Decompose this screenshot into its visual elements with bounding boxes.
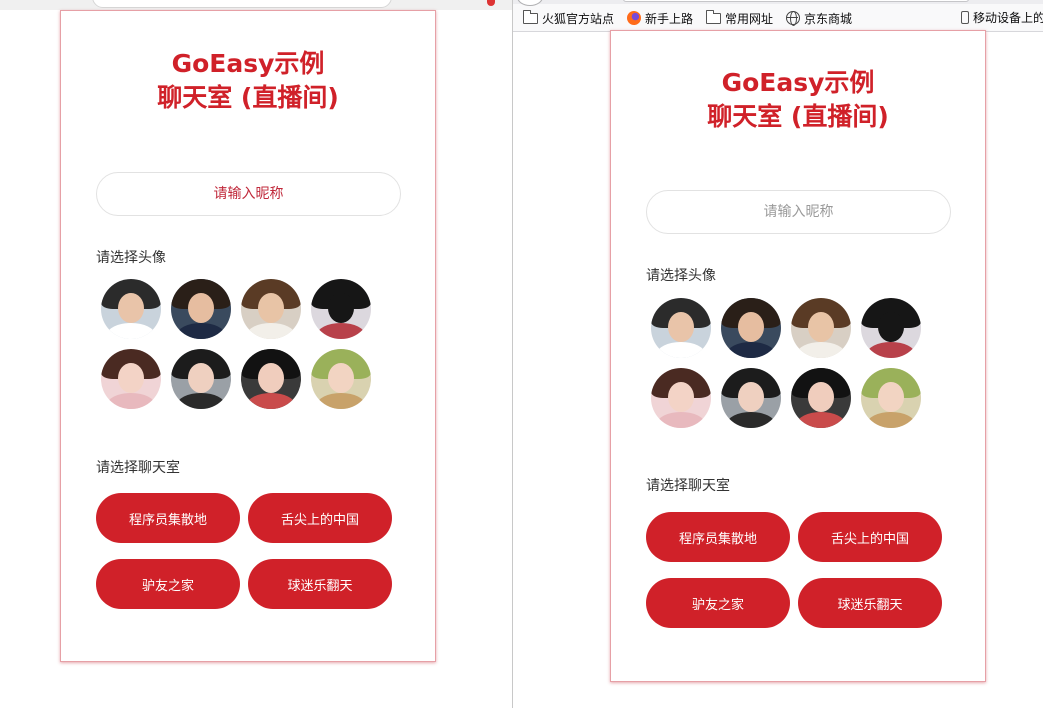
left-browser-toolbar [0,0,512,10]
room-button-football[interactable]: 球迷乐翻天 [248,559,392,609]
nickname-input[interactable] [96,172,401,216]
firefox-icon [627,11,642,25]
window-divider [512,0,513,708]
avatar-girl-dark[interactable] [791,368,851,428]
avatar-face [808,382,834,412]
bookmark-label: 新手上路 [645,11,694,26]
avatar-face [668,382,694,412]
title-line-2: 聊天室 (直播间) [157,83,339,112]
avatar-body [107,323,155,339]
avatar-man-navy[interactable] [721,298,781,358]
avatar-body [727,412,775,428]
room-button-food[interactable]: 舌尖上的中国 [248,493,392,543]
login-card-left: GoEasy示例 聊天室 (直播间) 请选择头像 请选择聊天室 程序员集散地 舌… [60,10,436,662]
left-toolbar-icon[interactable] [487,0,495,6]
bookmark-xinshou[interactable]: 新手上路 [627,10,693,27]
avatar-face [258,363,284,393]
avatar-girl-dark[interactable] [241,349,301,409]
avatar-body [177,323,225,339]
room-button-travel[interactable]: 驴友之家 [646,578,790,628]
mobile-bookmarks[interactable]: 移动设备上的书签 [961,9,1043,26]
avatar-section-label: 请选择头像 [96,250,166,266]
avatar-body [867,342,915,358]
avatar-body [657,342,705,358]
nickname-input[interactable] [646,190,951,234]
avatar-body [177,393,225,409]
bookmark-changyong[interactable]: 常用网址 [706,9,774,27]
avatar-face [188,363,214,393]
avatar-face [738,382,764,412]
avatar-girl-pink[interactable] [101,349,161,409]
bookmark-label: 常用网址 [725,11,774,26]
avatar-face [328,363,354,393]
avatar-man-glasses[interactable] [101,279,161,339]
phone-icon [961,11,969,24]
avatar-face [118,293,144,323]
globe-icon [786,11,801,26]
avatar-body [657,412,705,428]
avatar-man-glasses[interactable] [651,298,711,358]
avatar-man-back[interactable] [861,298,921,358]
right-browser-toolbar: 火狐官方站点 新手上路 常用网址 京东商城 移动设备上的书签 [513,0,1043,32]
avatar-section-label: 请选择头像 [646,268,716,284]
avatar-body [317,393,365,409]
avatar-man-back[interactable] [311,279,371,339]
avatar-body [107,393,155,409]
mobile-bookmarks-label: 移动设备上的书签 [973,11,1043,25]
avatar-man-navy[interactable] [171,279,231,339]
bookmarks-bar: 火狐官方站点 新手上路 常用网址 京东商城 [523,9,865,27]
login-card-right: GoEasy示例 聊天室 (直播间) 请选择头像 请选择聊天室 程序员集散地 舌… [610,30,986,682]
avatar-face [878,312,904,342]
avatar-body [867,412,915,428]
avatar-face [738,312,764,342]
room-button-football[interactable]: 球迷乐翻天 [798,578,942,628]
room-section-label: 请选择聊天室 [646,478,730,494]
avatar-body [797,342,845,358]
bookmark-label: 京东商城 [804,11,853,26]
right-url-bar[interactable] [623,0,969,2]
title-line-1: GoEasy示例 [721,68,875,97]
bookmark-jingdong[interactable]: 京东商城 [786,10,852,27]
avatar-face [668,312,694,342]
avatar-girl-green[interactable] [311,349,371,409]
back-button[interactable] [517,0,543,6]
page-title: GoEasy示例 聊天室 (直播间) [61,47,435,115]
room-button-travel[interactable]: 驴友之家 [96,559,240,609]
bookmark-label: 火狐官方站点 [542,11,615,26]
avatar-man-round-glasses[interactable] [241,279,301,339]
room-button-programmers[interactable]: 程序员集散地 [96,493,240,543]
avatar-face [878,382,904,412]
page-title: GoEasy示例 聊天室 (直播间) [611,66,985,134]
title-line-1: GoEasy示例 [171,49,325,78]
avatar-face [118,363,144,393]
avatar-face [188,293,214,323]
avatar-body [797,412,845,428]
avatar-girl-pink[interactable] [651,368,711,428]
avatar-face [808,312,834,342]
avatar-face [258,293,284,323]
avatar-body [247,393,295,409]
avatar-body [727,342,775,358]
bookmark-huohu[interactable]: 火狐官方站点 [523,9,615,27]
room-button-programmers[interactable]: 程序员集散地 [646,512,790,562]
room-button-food[interactable]: 舌尖上的中国 [798,512,942,562]
folder-icon [523,9,538,24]
avatar-girl-gesture[interactable] [171,349,231,409]
folder-icon [706,9,722,24]
room-section-label: 请选择聊天室 [96,460,180,476]
title-line-2: 聊天室 (直播间) [707,102,889,131]
avatar-girl-gesture[interactable] [721,368,781,428]
avatar-man-round-glasses[interactable] [791,298,851,358]
avatar-body [317,323,365,339]
avatar-body [247,323,295,339]
avatar-face [328,293,354,323]
avatar-girl-green[interactable] [861,368,921,428]
left-url-bar[interactable] [92,0,392,8]
